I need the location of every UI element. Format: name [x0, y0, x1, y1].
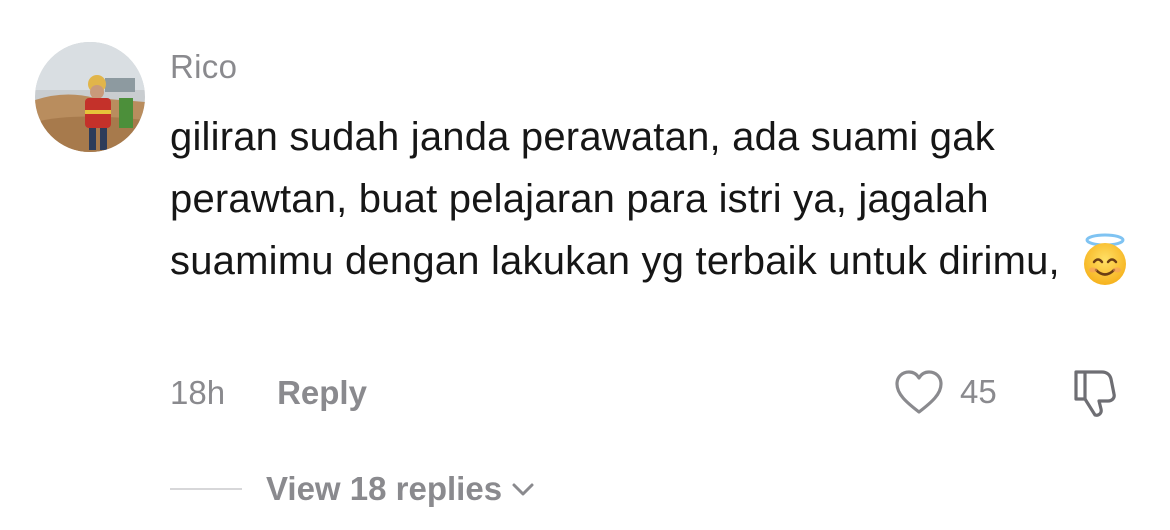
heart-outline-icon [895, 370, 943, 414]
replies-row: View 18 replies [170, 466, 538, 512]
replies-divider [170, 488, 242, 490]
like-button[interactable]: 45 [892, 366, 997, 418]
avatar[interactable] [35, 42, 145, 152]
view-replies-label: View 18 replies [266, 470, 503, 507]
view-replies-button[interactable]: View 18 replies [266, 470, 538, 508]
reply-button[interactable]: Reply [277, 374, 367, 412]
comment-username[interactable]: Rico [170, 48, 237, 86]
like-count: 45 [960, 373, 997, 410]
avatar-photo [35, 42, 145, 152]
comment-item: Rico giliran sudah janda perawatan, ada … [0, 0, 1170, 530]
thumbs-down-outline-icon [1074, 370, 1116, 417]
dislike-button[interactable] [1068, 366, 1124, 418]
comment-text: giliran sudah janda perawatan, ada suami… [170, 115, 1060, 283]
comment-body: giliran sudah janda perawatan, ada suami… [170, 106, 1155, 292]
comment-meta: 18h Reply [170, 368, 367, 418]
smiling-face-with-halo-emoji [1084, 233, 1127, 285]
chevron-down-icon [512, 483, 534, 496]
comment-timestamp: 18h [170, 374, 226, 411]
